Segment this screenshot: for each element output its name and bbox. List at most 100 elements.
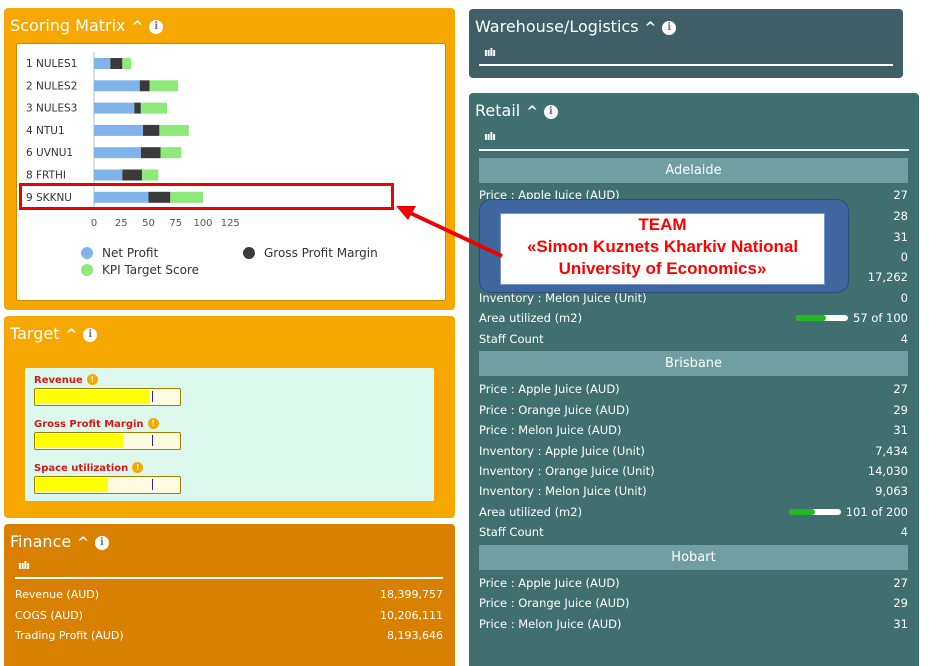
- bar-segment: [143, 124, 160, 136]
- scoring-matrix-header: Scoring Matrix ^ i: [10, 16, 164, 35]
- area-progress-fill: [796, 315, 826, 321]
- retail-row-area: Area utilized (m2) 57 of 100: [479, 311, 908, 325]
- bar-chart-icon[interactable]: ıılı: [18, 559, 30, 572]
- retail-panel: Retail ^ i ıılı Adelaide Price : Apple Jui…: [469, 93, 919, 666]
- bar-segment: [94, 169, 123, 181]
- area-progress-bar: [796, 315, 849, 321]
- target-bar-gross-profit-margin: [34, 432, 181, 450]
- category-label: 4 NTU1: [26, 125, 65, 137]
- bar-segment: [160, 147, 182, 159]
- bar-segment: [122, 169, 142, 181]
- retail-row: Price : Melon Juice (AUD) 31: [479, 423, 908, 437]
- divider: [479, 149, 909, 151]
- info-icon[interactable]: i: [662, 21, 677, 35]
- retail-row: Inventory : Apple Juice (Unit) 7,434: [479, 444, 908, 458]
- area-progress-fill: [788, 509, 815, 515]
- retail-row: Price : Orange Juice (AUD) 29: [479, 403, 908, 417]
- bar-segment: [110, 58, 123, 69]
- finance-row-cogs: COGS (AUD) 10,206,111: [15, 609, 443, 622]
- team-name-line2: University of Economics»: [558, 259, 767, 278]
- target-marker: [152, 391, 154, 402]
- retail-title: Retail: [475, 101, 521, 120]
- retail-row: Price : Apple Juice (AUD) 27: [479, 576, 908, 590]
- retail-row: Price : Apple Juice (AUD) 27: [479, 382, 908, 396]
- target-label-gross-profit-margin: Gross Profit Margin!: [34, 418, 159, 430]
- x-tick-label: 125: [221, 218, 240, 229]
- category-label: 8 FRTHI: [26, 170, 66, 182]
- legend-label: KPI Target Score: [102, 263, 199, 277]
- finance-title: Finance: [10, 532, 72, 551]
- info-icon[interactable]: i: [543, 105, 558, 119]
- chevron-up-icon[interactable]: ^: [132, 19, 144, 35]
- target-marker: [152, 435, 154, 446]
- retail-header: Retail ^ i: [475, 101, 558, 120]
- info-icon[interactable]: !: [147, 418, 159, 429]
- warehouse-header: Warehouse/Logistics ^ i: [475, 17, 677, 36]
- chevron-up-icon[interactable]: ^: [77, 535, 89, 551]
- chevron-up-icon[interactable]: ^: [526, 104, 538, 120]
- retail-row: Price : Melon Juice (AUD) 31: [479, 617, 908, 631]
- target-bar-revenue: [34, 388, 181, 406]
- chevron-up-icon[interactable]: ^: [645, 20, 657, 36]
- retail-row: Inventory : Orange Juice (Unit) 14,030: [479, 464, 908, 478]
- target-gauges: Revenue! Gross Profit Margin! Space util…: [25, 368, 434, 501]
- finance-row-trading-profit: Trading Profit (AUD) 8,193,646: [15, 629, 443, 642]
- bar-segment: [140, 102, 168, 114]
- legend-marker: [81, 264, 93, 276]
- bar-segment: [141, 169, 159, 181]
- scoring-chart: 1 NULES1 2 NULES2 3 NULES3 4 NTU1 6 UVNU1 8 F…: [16, 43, 446, 301]
- category-label: 2 NULES2: [26, 80, 77, 92]
- retail-row: Price : Orange Juice (AUD) 29: [479, 596, 908, 610]
- retail-row-staff: Staff Count 4: [479, 525, 908, 539]
- bar-segment: [94, 102, 135, 114]
- area-progress-bar: [788, 509, 841, 515]
- category-label: 3 NULES3: [26, 103, 77, 115]
- x-tick-label: 50: [142, 218, 155, 229]
- legend-marker: [243, 247, 255, 259]
- bar-segment: [94, 58, 111, 69]
- bar-segment: [139, 80, 150, 92]
- legend-label: Net Profit: [102, 246, 158, 260]
- team-name-line1: «Simon Kuznets Kharkiv National: [526, 237, 799, 256]
- target-title: Target: [10, 324, 60, 343]
- city-header-brisbane: Brisbane: [479, 351, 908, 376]
- x-tick-label: 75: [169, 218, 182, 229]
- retail-row: Inventory : Melon Juice (Unit) 0: [479, 291, 908, 305]
- scoring-matrix-panel: Scoring Matrix ^ i 1 NULES1 2 NULES2 3 NULES…: [4, 8, 455, 310]
- target-marker: [152, 479, 154, 490]
- finance-header: Finance ^ i: [10, 532, 109, 551]
- target-bar-space-utilization: [34, 476, 181, 494]
- bar-segment: [94, 147, 141, 159]
- divider: [15, 577, 443, 579]
- category-label: 6 UVNU1: [26, 147, 73, 159]
- bar-segment: [94, 124, 144, 136]
- info-icon[interactable]: !: [86, 374, 98, 385]
- chevron-up-icon[interactable]: ^: [66, 327, 78, 343]
- x-tick-label: 25: [115, 218, 128, 229]
- team-heading: TEAM: [638, 215, 687, 234]
- info-icon[interactable]: i: [149, 20, 164, 34]
- finance-panel: Finance ^ i ıılı Revenue (AUD) 18,399,757 C…: [4, 524, 455, 666]
- bar-segment: [149, 80, 178, 92]
- legend-label: Gross Profit Margin: [264, 246, 378, 260]
- info-icon[interactable]: i: [83, 328, 98, 342]
- bar-chart-icon[interactable]: ıılı: [484, 46, 496, 59]
- divider: [479, 64, 893, 66]
- team-callout-text: TEAM «Simon Kuznets Kharkiv National Uni…: [500, 213, 825, 285]
- bar-segment: [140, 147, 161, 159]
- arrow-shaft: [405, 209, 503, 258]
- team-callout: TEAM «Simon Kuznets Kharkiv National Uni…: [479, 199, 849, 293]
- target-header: Target ^ i: [10, 324, 98, 343]
- info-icon[interactable]: !: [132, 462, 144, 473]
- scoring-matrix-title: Scoring Matrix: [10, 16, 126, 35]
- bar-segment: [94, 80, 140, 92]
- bar-chart-icon[interactable]: ıılı: [484, 130, 496, 143]
- retail-row-staff: Staff Count 4: [479, 332, 908, 346]
- x-tick-label: 0: [91, 218, 97, 229]
- legend-marker: [81, 247, 93, 259]
- bar-segment: [134, 102, 141, 114]
- target-fill: [36, 390, 151, 404]
- info-icon[interactable]: i: [94, 536, 109, 550]
- city-header-adelaide: Adelaide: [479, 158, 908, 183]
- bar-segment: [159, 124, 189, 136]
